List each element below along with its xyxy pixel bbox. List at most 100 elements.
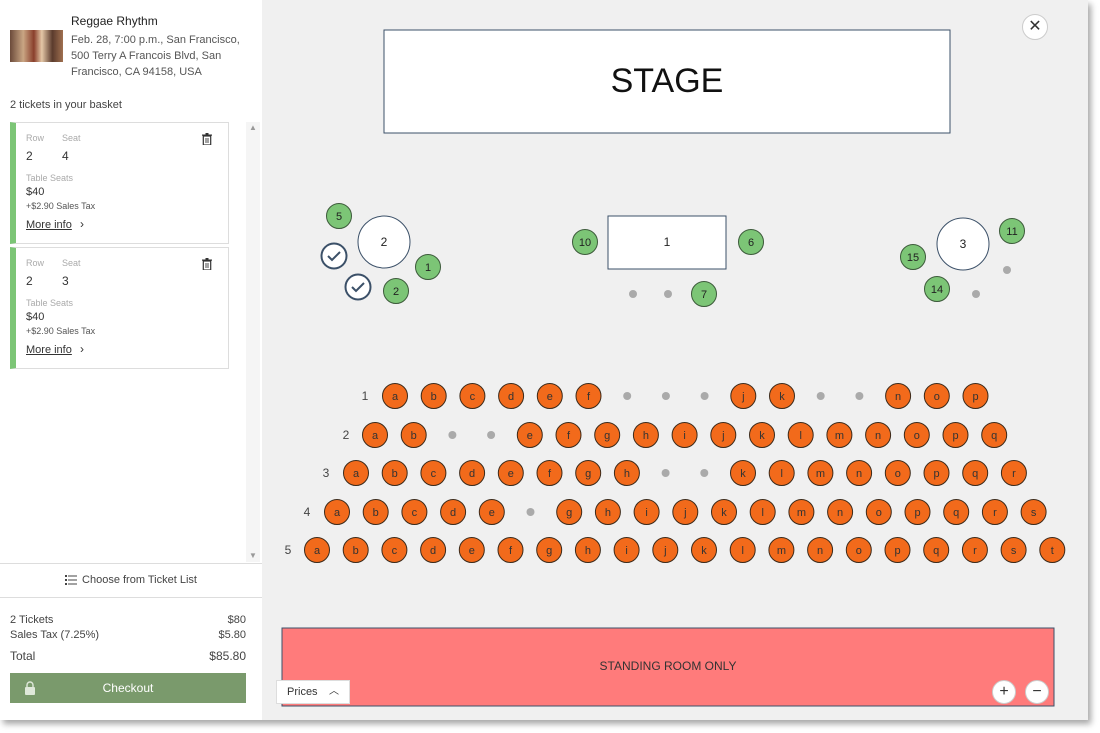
row-label: 2	[343, 428, 350, 442]
ticket-price: $40	[26, 311, 45, 323]
ticket-card: Row Seat 2 4 Table Seats $40 +$2.90 Sale…	[10, 122, 229, 244]
unavailable-seat	[661, 469, 670, 477]
seat-label: d	[430, 545, 436, 557]
seat-label: 11	[1006, 226, 1017, 238]
seat-value: 4	[62, 149, 69, 163]
seat-label: e	[489, 507, 495, 519]
trash-icon[interactable]	[202, 258, 212, 270]
zoom-in-icon[interactable]: +	[992, 680, 1016, 704]
seat-label: n	[895, 391, 901, 403]
event-title: Reggae Rhythm	[71, 14, 158, 28]
standing-room-label: STANDING ROOM ONLY	[600, 659, 737, 673]
unavailable-seat	[816, 392, 825, 400]
scroll-up-arrow-icon[interactable]: ▲	[246, 122, 260, 134]
selected-seat[interactable]	[344, 273, 372, 301]
table-label: 1	[664, 235, 671, 249]
seat-label: g	[566, 507, 572, 519]
seat-label: j	[741, 391, 744, 403]
total-value: $85.80	[209, 649, 246, 663]
seat-label: q	[991, 430, 997, 442]
trash-icon[interactable]	[202, 133, 212, 145]
seat-label: m	[797, 507, 806, 519]
selected-seat[interactable]	[320, 242, 348, 270]
area-label: Table Seats	[26, 298, 74, 308]
seat-label: e	[527, 430, 533, 442]
seat-label: r	[973, 545, 977, 557]
seat-label: e	[547, 391, 553, 403]
stage-label: STAGE	[611, 62, 724, 100]
list-icon	[65, 575, 78, 586]
seating-chart: STAGESTANDING ROOM ONLY2512110 6731115141…	[281, 29, 1066, 707]
choose-list-label: Choose from Ticket List	[82, 574, 197, 586]
summary-tax: Sales Tax (7.25%) $5.80	[10, 629, 246, 641]
seat-label: p	[914, 507, 920, 519]
seat-label: g	[585, 468, 591, 480]
seat-label: a	[314, 545, 321, 557]
scroll-down-arrow-icon[interactable]: ▼	[246, 550, 260, 562]
seat-label: Seat	[62, 133, 81, 143]
seat-label: l	[799, 430, 801, 442]
row-label: 5	[285, 543, 292, 557]
seat-label: b	[411, 430, 417, 442]
seat-label: p	[894, 545, 900, 557]
close-icon[interactable]: ✕	[1022, 14, 1048, 40]
unavailable-seat	[526, 508, 535, 516]
unavailable-seat	[623, 392, 632, 400]
seat-label: k	[740, 468, 746, 480]
seat-label: q	[953, 507, 959, 519]
seat-label: g	[604, 430, 610, 442]
tax-label: Sales Tax (7.25%)	[10, 629, 100, 641]
seat-label: k	[701, 545, 707, 557]
ticket-card: Row Seat 2 3 Table Seats $40 +$2.90 Sale…	[10, 247, 229, 369]
ticket-tax: +$2.90 Sales Tax	[26, 201, 96, 211]
unavailable-seat	[1003, 266, 1011, 274]
chevron-up-icon: ︿	[329, 686, 339, 697]
seat-label: p	[933, 468, 939, 480]
more-info-link[interactable]: More info	[26, 219, 72, 231]
seat-label: k	[721, 507, 727, 519]
seat-label: 14	[931, 284, 943, 296]
seat-label: t	[1051, 545, 1054, 557]
zoom-out-icon[interactable]: −	[1025, 680, 1049, 704]
more-info-link[interactable]: More info	[26, 344, 72, 356]
seat-label: b	[373, 507, 379, 519]
seat-label: h	[585, 545, 591, 557]
prices-toggle-button[interactable]: Prices ︿	[276, 680, 350, 704]
unavailable-seat	[661, 392, 670, 400]
seat-label: j	[683, 507, 686, 519]
unavailable-seat	[972, 290, 980, 298]
seat-label: h	[624, 468, 630, 480]
event-details: Feb. 28, 7:00 p.m., San Francisco, 500 T…	[71, 34, 240, 78]
unavailable-seat	[664, 290, 672, 298]
scrollbar[interactable]: ▲ ▼	[246, 122, 260, 562]
seat-label: p	[972, 391, 978, 403]
seat-label: p	[952, 430, 958, 442]
seat-label: a	[372, 430, 379, 442]
seat-label: 1	[425, 262, 431, 274]
row-label: 3	[323, 466, 330, 480]
seat-label: l	[780, 468, 782, 480]
seat-label: 15	[907, 252, 919, 264]
seat-label: j	[721, 430, 724, 442]
chevron-right-icon: ›	[80, 217, 84, 231]
choose-ticket-list-button[interactable]: Choose from Ticket List	[0, 566, 262, 596]
tickets-label: 2 Tickets	[10, 614, 54, 626]
unavailable-seat	[448, 431, 457, 439]
seat-label: s	[1031, 507, 1037, 519]
row-label: 1	[362, 389, 369, 403]
seat-label: 2	[393, 286, 399, 298]
seat-label: a	[334, 507, 341, 519]
lock-icon	[25, 681, 35, 695]
seat-label: o	[856, 545, 862, 557]
seat-label: i	[645, 507, 647, 519]
seat-label: 10	[579, 237, 591, 249]
seat-label: 6	[748, 237, 754, 249]
seat-label: n	[817, 545, 823, 557]
seat-label: c	[412, 507, 418, 519]
seat-label: e	[469, 545, 475, 557]
checkout-button[interactable]: Checkout	[10, 673, 246, 703]
seat-label: s	[1011, 545, 1017, 557]
seat-label: o	[914, 430, 920, 442]
seat-value: 3	[62, 274, 69, 288]
tax-value: $5.80	[218, 629, 246, 641]
